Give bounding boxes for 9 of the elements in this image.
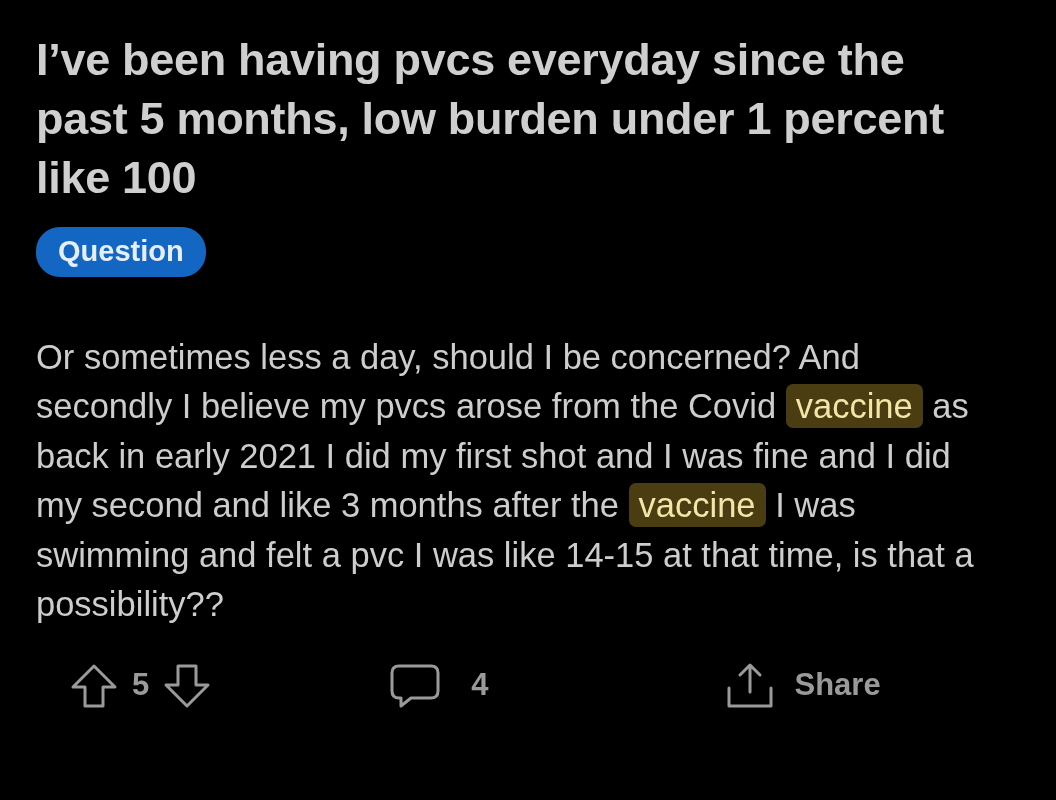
- comment-count: 4: [471, 666, 489, 705]
- share-button[interactable]: Share: [724, 661, 881, 710]
- downvote-icon[interactable]: [163, 662, 212, 709]
- flair-tag[interactable]: Question: [36, 227, 206, 277]
- comment-icon[interactable]: [389, 662, 442, 709]
- vote-count: 5: [132, 666, 150, 705]
- post-title: I’ve been having pvcs everyday since the past 5 months, low burden under 1 percent like 100: [36, 33, 945, 205]
- upvote-icon[interactable]: [70, 662, 118, 709]
- post-body: Or sometimes less a day, should I be concerned? And secondly I believe my pvcs arose from the Covid vaccine as back in early 2021 I did my first shot and I was fine and I did my second and like 3 months after the vaccine I was swimming and felt a pvc I was like 14-15 at that time, is that a possibility??: [36, 336, 975, 625]
